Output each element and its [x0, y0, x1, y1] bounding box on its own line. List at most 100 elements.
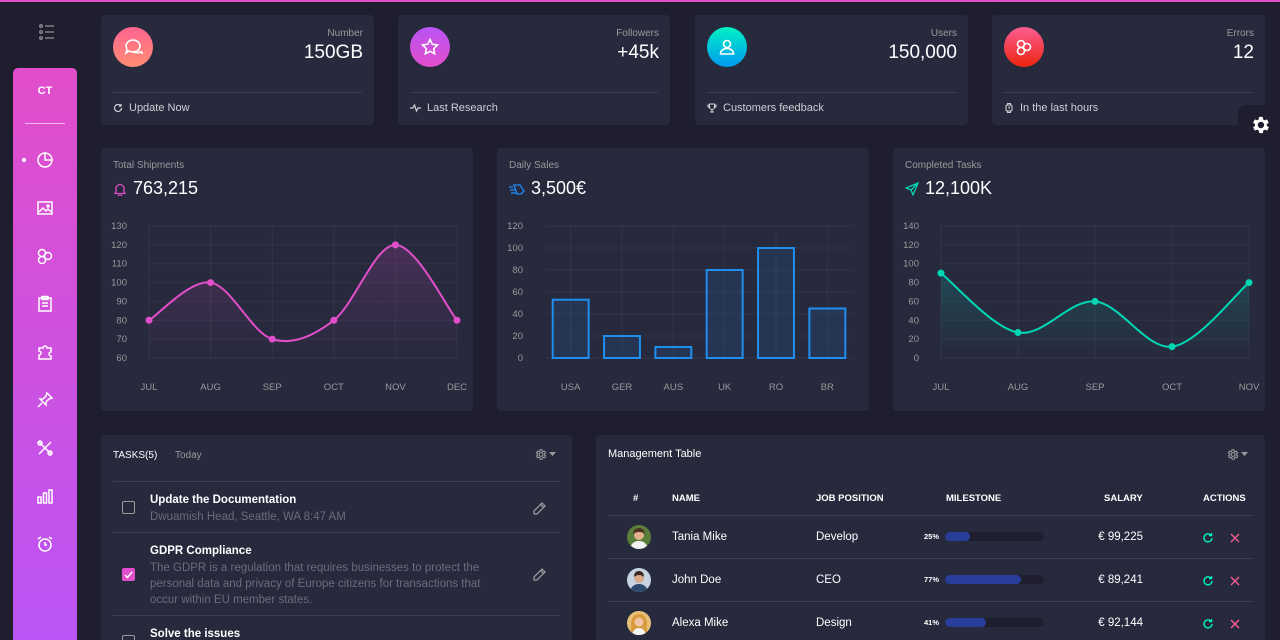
sidebar-divider — [25, 123, 65, 124]
chart-card-tasks: Completed Tasks 12,100K 0 20 40 60 80 100 120 1… — [893, 148, 1265, 411]
gear-icon — [1227, 449, 1239, 460]
task-checkbox[interactable] — [122, 635, 135, 640]
row-salary: € 99,225 — [1098, 531, 1143, 543]
y-tick-label: 60 — [908, 296, 919, 307]
x-tick-label: SEP — [263, 382, 282, 393]
stat-footer[interactable]: Update Now — [113, 102, 190, 114]
data-point-nov — [391, 241, 399, 249]
divider — [113, 92, 362, 93]
tasks-settings-dropdown[interactable] — [534, 448, 556, 461]
table-header-name: NAME — [672, 493, 700, 504]
divider — [1004, 92, 1253, 93]
y-tick-label: 0 — [518, 353, 523, 364]
task-description: Dwuamish Head, Seattle, WA 8:47 AM — [150, 511, 346, 523]
y-tick-label: 80 — [116, 315, 127, 326]
data-point-aug — [207, 279, 215, 287]
x-tick-label: OCT — [1162, 382, 1182, 393]
x-tick-label: AUS — [664, 382, 684, 393]
stat-footer[interactable]: Customers feedback — [707, 102, 824, 114]
stat-footer[interactable]: In the last hours — [1004, 102, 1098, 114]
task-checkbox-checked[interactable] — [122, 568, 135, 581]
sidebar-item-atom[interactable] — [33, 244, 57, 268]
pencil-icon[interactable] — [531, 501, 547, 517]
settings-gear-button[interactable] — [1238, 105, 1280, 145]
refresh-icon[interactable] — [1202, 531, 1214, 549]
tasks-card: TASKS(5) Today Update the Documentation … — [101, 435, 572, 640]
caret-down-icon — [549, 452, 556, 456]
stat-footer-text: Customers feedback — [723, 102, 824, 114]
y-tick-label: 140 — [903, 221, 919, 232]
close-icon[interactable] — [1229, 574, 1241, 592]
refresh-icon[interactable] — [1202, 617, 1214, 635]
sidebar-item-notifications[interactable] — [33, 292, 57, 316]
row-milestone-percent: 41% — [924, 618, 940, 627]
row-milestone-percent: 77% — [924, 575, 940, 584]
close-icon[interactable] — [1229, 531, 1241, 549]
active-indicator — [22, 158, 26, 162]
molecule-icon — [1004, 27, 1044, 67]
y-tick-label: 100 — [507, 243, 523, 254]
x-tick-label: JUL — [141, 382, 158, 393]
gear-icon — [535, 449, 547, 460]
data-point-nov — [1245, 279, 1253, 287]
x-tick-label: RO — [769, 382, 783, 393]
refresh-icon[interactable] — [1202, 574, 1214, 592]
progress-fill — [945, 575, 1022, 584]
tasks-subtitle: Today — [175, 450, 202, 461]
pencil-icon[interactable] — [531, 567, 547, 583]
divider — [410, 92, 658, 93]
sidebar-item-alarm[interactable] — [33, 532, 57, 556]
table-row: Tania Mike Develop 25% € 99,225 — [608, 515, 1253, 558]
puzzle-icon — [38, 345, 52, 360]
sidebar-item-maps[interactable] — [33, 388, 57, 412]
task-checkbox[interactable] — [122, 501, 135, 514]
bar-usa — [551, 298, 590, 359]
sidebar-logo[interactable]: CT — [13, 85, 77, 97]
bar-uk — [705, 269, 744, 359]
pulse-icon — [410, 103, 421, 113]
task-item: Update the Documentation Dwuamish Head, … — [113, 481, 560, 532]
x-tick-label: NOV — [1239, 382, 1260, 393]
x-tick-label: BR — [821, 382, 834, 393]
sidebar-item-dashboard[interactable] — [33, 148, 57, 172]
alarm-icon — [37, 536, 53, 552]
table-row: John Doe CEO 77% € 89,241 — [608, 558, 1253, 601]
row-progress-bar — [945, 618, 1044, 627]
chart-card-sales: Daily Sales 3,500€ 0 20 40 60 80 100 120 USA GER… — [497, 148, 869, 411]
stat-footer[interactable]: Last Research — [410, 102, 498, 114]
avatar — [627, 568, 651, 592]
x-tick-label: NOV — [385, 382, 406, 393]
sidebar-item-tools[interactable] — [33, 436, 57, 460]
table-header-actions: ACTIONS — [1203, 493, 1246, 504]
table-title: Management Table — [608, 448, 702, 460]
stat-value: 12 — [1232, 42, 1254, 63]
y-tick-label: 40 — [908, 315, 919, 326]
sidebar-item-charts[interactable] — [33, 484, 57, 508]
data-point-jul — [937, 269, 945, 277]
menu-toggle-icon[interactable] — [36, 22, 56, 42]
close-icon[interactable] — [1229, 617, 1241, 635]
user-icon — [707, 27, 747, 67]
table-settings-dropdown[interactable] — [1226, 448, 1248, 461]
row-job: Design — [816, 617, 852, 629]
data-point-sep — [1091, 297, 1099, 305]
x-tick-label: UK — [718, 382, 732, 393]
stat-category: Followers — [616, 28, 659, 39]
check-icon — [124, 571, 133, 579]
bar-ro — [757, 247, 795, 359]
sidebar-item-images[interactable] — [33, 196, 57, 220]
avatar — [627, 611, 651, 635]
stat-card-users: Users 150,000 Customers feedback — [695, 15, 968, 125]
y-tick-label: 90 — [116, 296, 127, 307]
row-job: Develop — [816, 531, 859, 543]
chart-pie-icon — [37, 152, 53, 168]
table-header-salary: SALARY — [1104, 493, 1143, 504]
refresh-icon — [113, 103, 123, 113]
y-tick-label: 120 — [903, 240, 919, 251]
stat-value: 150,000 — [888, 42, 957, 63]
x-tick-label: GER — [612, 382, 633, 393]
stat-category: Errors — [1226, 28, 1254, 39]
sidebar-item-extensions[interactable] — [33, 340, 57, 364]
row-name: John Doe — [672, 574, 722, 586]
stat-footer-text: Last Research — [427, 102, 498, 114]
